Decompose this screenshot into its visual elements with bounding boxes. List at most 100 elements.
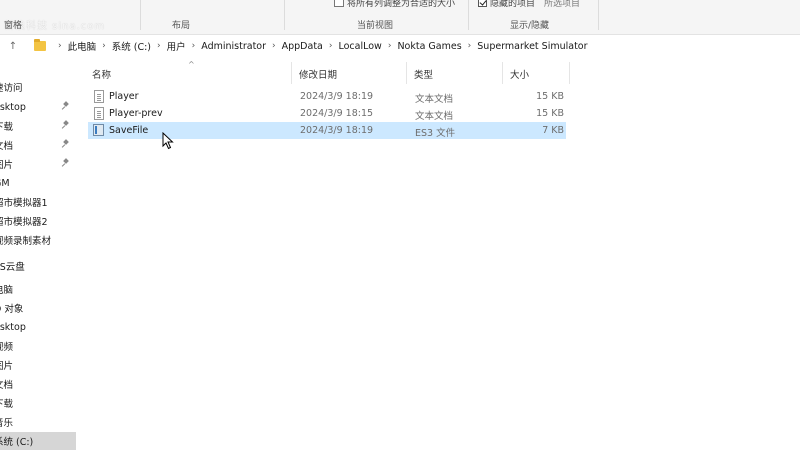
nav-item-label: 速访问 [0,83,23,94]
nav-item-label: 超市模拟器2 [0,217,48,228]
nav-item-label: PS云盘 [0,262,25,273]
nav-item[interactable]: D 对象 [0,299,76,317]
size-all-columns-label: 将所有列调整为合适的大小 [347,0,456,9]
nav-item[interactable]: 图片 [0,356,76,374]
file-size: 7 KB [542,125,564,136]
column-divider[interactable] [291,62,292,84]
file-modified-date: 2024/3/9 18:15 [300,108,374,119]
nav-item[interactable]: 文档 [0,136,76,154]
sort-ascending-icon: ^ [188,60,195,69]
hide-selected-label: 所选项目 [544,0,581,9]
es3-file-icon [93,124,104,136]
ribbon: 新浪科技 sina.com 窗格 布局 将所有列调整为合适的大小 当前视图 隐藏… [0,0,800,35]
file-row[interactable]: Player 2024/3/9 18:19 文本文档 15 KB [88,88,566,105]
nav-item[interactable]: 速访问 [0,78,76,96]
breadcrumb-item[interactable]: AppData [282,41,323,52]
ribbon-separator [598,0,599,30]
nav-item-label: 图片 [0,361,14,372]
file-row[interactable]: Player-prev 2024/3/9 18:15 文本文档 15 KB [88,105,566,122]
nav-item[interactable]: 电脑 [0,280,76,298]
nav-item-label: 音乐 [0,418,14,429]
navigation-pane: 速访问esktop下载文档图片GM超市模拟器1超市模拟器2视频录制素材PS云盘电… [0,66,76,450]
nav-item[interactable]: esktop [0,318,76,336]
nav-item[interactable]: 图片 [0,155,76,173]
checkbox-checked-icon [478,0,487,7]
ribbon-separator [284,0,285,30]
nav-item[interactable]: 音乐 [0,413,76,431]
up-arrow-icon[interactable]: ↑ [6,41,20,52]
breadcrumb-item[interactable]: LocalLow [338,41,381,52]
nav-item-label: D 对象 [0,304,24,315]
ribbon-group-show-hide: 显示/隐藏 [510,21,550,31]
file-type: 文本文档 [415,94,454,105]
breadcrumb-separator-icon[interactable]: › [102,41,106,51]
breadcrumb-separator-icon[interactable]: › [468,41,472,51]
breadcrumb-separator-icon[interactable]: › [329,41,333,51]
hidden-items-toggle[interactable]: 隐藏的项目 所选项目 [478,0,580,9]
breadcrumb-item[interactable]: Administrator [201,41,266,52]
column-header-type[interactable]: 类型 [414,67,433,81]
file-modified-date: 2024/3/9 18:19 [300,91,374,102]
nav-item[interactable]: 下载 [0,117,76,135]
file-type: 文本文档 [415,111,454,122]
file-row[interactable]: SaveFile 2024/3/9 18:19 ES3 文件 7 KB [88,122,566,139]
nav-item-label: 文档 [0,141,14,152]
text-file-icon [94,107,104,120]
breadcrumb-separator-icon[interactable]: › [157,41,161,51]
file-size: 15 KB [536,108,564,119]
column-divider[interactable] [406,62,407,84]
nav-item[interactable]: 文档 [0,375,76,393]
file-modified-date: 2024/3/9 18:19 [300,125,374,136]
column-divider[interactable] [569,62,570,84]
hidden-items-label: 隐藏的项目 [490,0,536,9]
nav-item-label: 下载 [0,122,14,133]
breadcrumb-item[interactable]: 系统 (C:) [112,39,151,53]
nav-item-label: GM [0,177,10,189]
text-file-icon [94,90,104,103]
breadcrumb-item[interactable]: 此电脑 [68,39,97,53]
nav-item[interactable]: 视频录制素材 [0,231,76,249]
nav-item-label: 文档 [0,380,14,391]
pin-icon [63,121,69,127]
folder-icon [34,39,46,51]
column-header-name[interactable]: 名称 [92,67,111,81]
ribbon-separator [468,0,469,30]
file-type: ES3 文件 [415,128,456,139]
ribbon-group-pane: 窗格 [4,21,23,31]
nav-item-label: 图片 [0,160,14,171]
breadcrumb-separator-icon[interactable]: › [272,41,276,51]
ribbon-group-layout: 布局 [172,21,191,31]
nav-item-label: 系统 (C:) [0,437,34,448]
size-all-columns-button[interactable]: 将所有列调整为合适的大小 [334,0,455,9]
nav-item-label: esktop [0,101,26,113]
nav-item[interactable]: 下载 [0,394,76,412]
nav-item[interactable]: GM [0,174,76,192]
column-header-date[interactable]: 修改日期 [299,67,337,81]
breadcrumb-item[interactable]: Nokta Games [397,41,461,52]
nav-item-label: 电脑 [0,285,14,296]
nav-item[interactable]: 超市模拟器1 [0,193,76,211]
nav-item[interactable]: 超市模拟器2 [0,212,76,230]
breadcrumb-separator-icon[interactable]: › [192,41,196,51]
address-bar[interactable]: ↑ › 此电脑 › 系统 (C:) › 用户 › Administrator › AppData ›… [0,35,800,57]
breadcrumb-item[interactable]: Supermarket Simulator [477,41,587,52]
file-name: Player-prev [109,108,163,119]
column-header-size[interactable]: 大小 [510,67,529,81]
nav-item-label: esktop [0,321,26,333]
file-size: 15 KB [536,91,564,102]
nav-item[interactable]: 系统 (C:) [0,432,76,450]
nav-item-label: 视频录制素材 [0,236,52,247]
nav-item[interactable]: PS云盘 [0,257,76,275]
ribbon-group-current-view: 当前视图 [357,21,394,31]
nav-item[interactable]: 视频 [0,337,76,355]
pin-icon [63,159,69,165]
breadcrumb-item[interactable]: 用户 [167,39,186,53]
nav-item[interactable]: esktop [0,98,76,116]
breadcrumb-separator-icon[interactable]: › [58,41,62,51]
pin-icon [63,140,69,146]
nav-item-label: 视频 [0,342,14,353]
nav-item-label: 下载 [0,399,14,410]
column-divider[interactable] [502,62,503,84]
columns-icon [334,0,344,7]
breadcrumb-separator-icon[interactable]: › [388,41,392,51]
